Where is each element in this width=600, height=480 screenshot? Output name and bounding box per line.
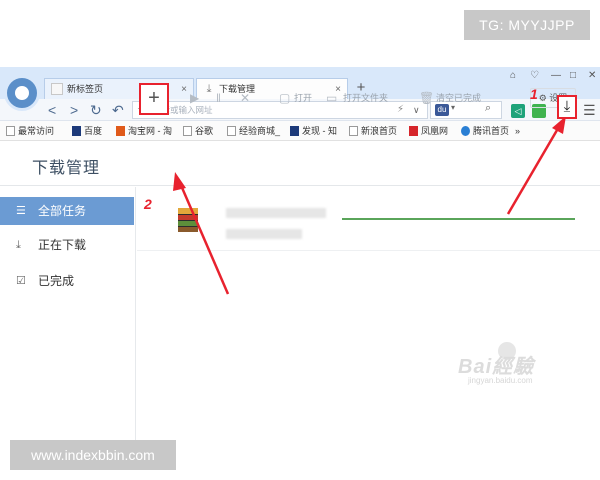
arrow-2	[178, 182, 230, 295]
download-button[interactable]: ⤓	[557, 95, 577, 119]
watermark-bottom: www.indexbbin.com	[10, 440, 176, 470]
screenshot: TG: MYYJJPP 新标签页 × ⤓ 下载管理 × + ⌂ ♡ — □ ✕ …	[0, 0, 600, 480]
browser-logo-icon[interactable]	[4, 75, 40, 111]
arrow-2-head	[173, 172, 186, 191]
menu-icon[interactable]: ☰	[583, 102, 596, 119]
arrow-1	[506, 124, 562, 215]
annotation-arrows	[173, 116, 566, 295]
